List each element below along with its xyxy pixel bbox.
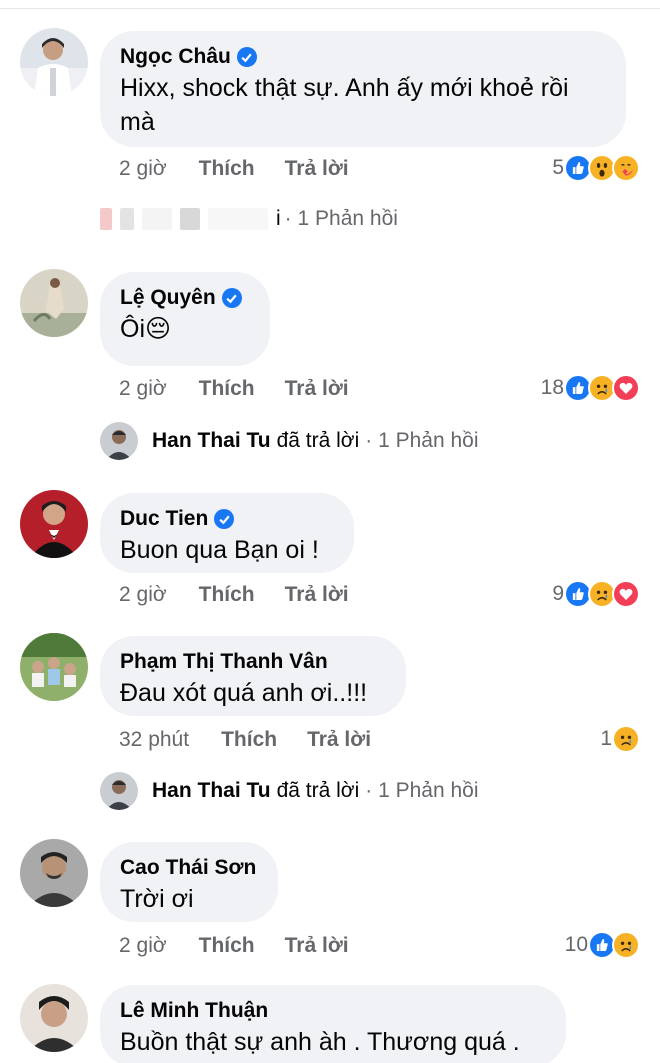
timestamp[interactable]: 2 giờ xyxy=(119,934,167,958)
blurred-text xyxy=(142,208,172,230)
comment-actions: 2 giờ Thích Trả lời xyxy=(119,374,349,404)
reply-button[interactable]: Trả lời xyxy=(285,583,349,607)
reaction-summary[interactable]: 18 xyxy=(541,373,640,403)
verified-badge-icon xyxy=(236,47,257,67)
top-divider xyxy=(0,8,660,9)
like-button[interactable]: Thích xyxy=(199,157,255,181)
reply-summary[interactable]: Han Thai Tu đã trả lời · 1 Phản hồi xyxy=(100,772,479,810)
love-icon xyxy=(612,580,640,608)
timestamp[interactable]: 2 giờ xyxy=(119,377,167,401)
reply-count[interactable]: · 1 Phản hồi xyxy=(285,207,398,231)
comment-actions: 2 giờ Thích Trả lời xyxy=(119,931,349,961)
like-button[interactable]: Thích xyxy=(199,934,255,958)
reaction-summary[interactable]: 1 xyxy=(600,724,640,754)
reply-author-partial: i xyxy=(276,207,281,230)
comment-text: Buon qua Bạn oi ! xyxy=(120,536,319,564)
avatar[interactable] xyxy=(20,490,88,558)
avatar[interactable] xyxy=(20,839,88,907)
comment-bubble: Phạm Thị Thanh Vân Đau xót quá anh ơi..!… xyxy=(100,636,406,716)
reply-button[interactable]: Trả lời xyxy=(285,157,349,181)
reaction-count: 10 xyxy=(564,933,588,956)
author-name[interactable]: Ngọc Châu xyxy=(120,45,231,69)
avatar[interactable] xyxy=(20,984,88,1052)
reply-button[interactable]: Trả lời xyxy=(285,934,349,958)
reaction-count: 9 xyxy=(552,582,564,605)
reply-button[interactable]: Trả lời xyxy=(285,377,349,401)
sad-icon xyxy=(612,725,640,753)
avatar[interactable] xyxy=(20,28,88,96)
comment-text-continued: mà xyxy=(120,108,155,136)
reply-author-avatar xyxy=(100,772,138,810)
reaction-summary[interactable]: 9 xyxy=(552,579,640,609)
comment-bubble: Lê Minh Thuận Buồn thật sự anh àh . Thươ… xyxy=(100,985,566,1063)
comment-bubble: Duc Tien Buon qua Bạn oi ! xyxy=(100,493,354,573)
comment-actions: 2 giờ Thích Trả lời xyxy=(119,154,349,184)
comment-actions: 32 phút Thích Trả lời xyxy=(119,725,371,755)
author-name[interactable]: Duc Tien xyxy=(120,507,208,531)
verified-badge-icon xyxy=(221,288,242,308)
reply-count[interactable]: · 1 Phản hồi xyxy=(365,429,478,453)
author-name[interactable]: Lệ Quyên xyxy=(120,286,216,310)
reaction-summary[interactable]: 5 xyxy=(552,153,640,183)
comment-bubble: Cao Thái Sơn Trời ơi xyxy=(100,842,278,922)
comment-text: Hixx, shock thật sự. Anh ấy mới khoẻ rồi xyxy=(120,74,569,102)
reply-author-name[interactable]: Han Thai Tu xyxy=(152,429,271,453)
author-name[interactable]: Lê Minh Thuận xyxy=(120,999,268,1023)
timestamp[interactable]: 2 giờ xyxy=(119,583,167,607)
reaction-count: 5 xyxy=(552,156,564,179)
reply-verb: đã trả lời xyxy=(276,779,360,802)
like-button[interactable]: Thích xyxy=(199,583,255,607)
reaction-count: 1 xyxy=(600,727,612,750)
timestamp[interactable]: 32 phút xyxy=(119,728,189,752)
reply-author-avatar xyxy=(100,422,138,460)
verified-badge-icon xyxy=(214,509,235,529)
blurred-text xyxy=(208,208,268,230)
like-button[interactable]: Thích xyxy=(199,377,255,401)
reaction-count: 18 xyxy=(540,376,564,399)
reply-count[interactable]: · 1 Phản hồi xyxy=(365,779,478,803)
comment-text: Đau xót quá anh ơi..!!! xyxy=(120,679,368,707)
timestamp[interactable]: 2 giờ xyxy=(119,157,167,181)
blurred-text xyxy=(180,208,200,230)
reply-verb: đã trả lời xyxy=(276,429,360,452)
comment-text: Trời ơi xyxy=(120,885,194,913)
comment-actions: 2 giờ Thích Trả lời xyxy=(119,580,349,610)
reaction-summary[interactable]: 10 xyxy=(565,930,640,960)
blurred-avatar xyxy=(100,208,112,230)
comment-text: Buồn thật sự anh àh . Thương quá . xyxy=(120,1028,520,1056)
comment-bubble: Lệ Quyên Ôi😔 xyxy=(100,272,270,366)
love-icon xyxy=(612,374,640,402)
reply-author-name[interactable]: Han Thai Tu xyxy=(152,779,271,803)
reply-summary[interactable]: i · 1 Phản hồi xyxy=(100,201,398,237)
blurred-text xyxy=(120,208,134,230)
comment-text: Ôi😔 xyxy=(120,315,172,343)
care-icon xyxy=(612,154,640,182)
sad-icon xyxy=(612,931,640,959)
reply-button[interactable]: Trả lời xyxy=(307,728,371,752)
author-name[interactable]: Phạm Thị Thanh Vân xyxy=(120,650,328,674)
comment-bubble: Ngọc Châu Hixx, shock thật sự. Anh ấy mớ… xyxy=(100,31,626,147)
avatar[interactable] xyxy=(20,269,88,337)
reply-summary[interactable]: Han Thai Tu đã trả lời · 1 Phản hồi xyxy=(100,422,479,460)
avatar[interactable] xyxy=(20,633,88,701)
like-button[interactable]: Thích xyxy=(221,728,277,752)
author-name[interactable]: Cao Thái Sơn xyxy=(120,856,256,880)
